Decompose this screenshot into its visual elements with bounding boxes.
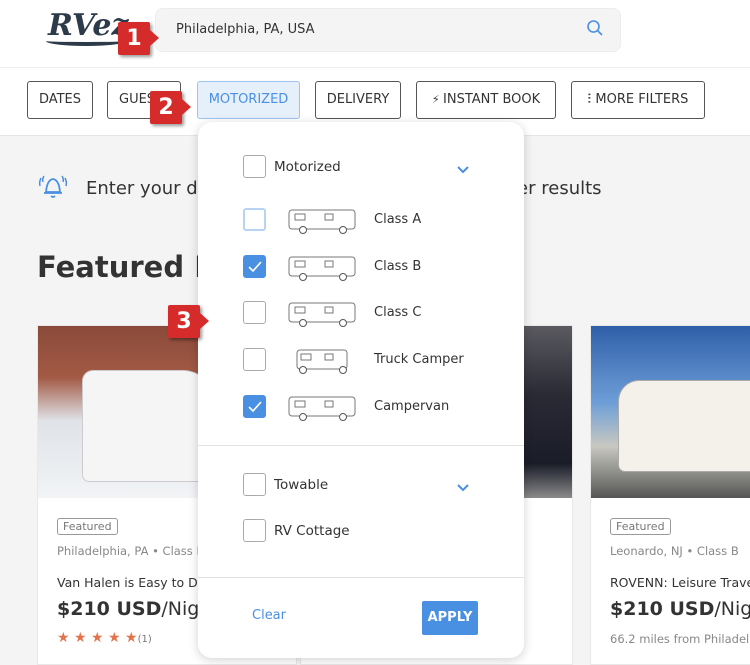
listing-card[interactable]: Featured Leonardo, NJ • Class B ROVENN: … xyxy=(590,325,750,665)
rv-cottage-checkbox[interactable] xyxy=(243,519,266,542)
price-unit: /Nigh xyxy=(714,598,750,620)
featured-badge: Featured xyxy=(57,518,118,535)
rv-type-label: Class A xyxy=(374,212,422,227)
filter-label: INSTANT BOOK xyxy=(443,92,541,107)
motorized-dropdown: Motorized Class A Class B Class C Truck Cam… xyxy=(198,122,524,658)
rv-type-option[interactable]: Class A xyxy=(198,206,524,236)
filter-more-filters[interactable]: ⫶ MORE FILTERS xyxy=(571,81,705,119)
rv-illustration-icon xyxy=(288,396,356,421)
lightning-icon: ⚡ xyxy=(431,93,444,106)
motorized-group[interactable]: Motorized xyxy=(198,153,524,183)
rv-illustration-icon xyxy=(288,256,356,281)
apply-button[interactable]: APPLY xyxy=(422,601,478,635)
towable-checkbox[interactable] xyxy=(243,473,266,496)
listing-distance: 66.2 miles from Philadelp xyxy=(610,632,750,646)
rv-type-option[interactable]: Class B xyxy=(198,253,524,283)
price-value: $210 USD xyxy=(610,598,715,620)
chevron-down-icon[interactable] xyxy=(456,160,470,179)
star-rating: ★ ★ ★ ★ ★(1) xyxy=(57,630,152,646)
rv-type-label: Truck Camper xyxy=(374,352,464,367)
motorized-label: Motorized xyxy=(274,159,341,175)
banner-text: Enter your da xyxy=(86,178,209,199)
clear-button[interactable]: Clear xyxy=(252,608,286,623)
rv-illustration-icon xyxy=(296,349,348,374)
rv-illustration-icon xyxy=(288,302,356,327)
review-count: (1) xyxy=(137,634,152,645)
listing-price: $210 USD/Nigh xyxy=(610,598,750,620)
search-value: Philadelphia, PA, USA xyxy=(176,22,315,37)
annotation-marker: 3 xyxy=(168,305,209,338)
chevron-down-icon[interactable] xyxy=(456,478,470,497)
filter-label: MORE FILTERS xyxy=(595,92,689,107)
rv-type-checkbox[interactable] xyxy=(243,255,266,278)
filter-instant-book[interactable]: ⚡ INSTANT BOOK xyxy=(416,81,556,119)
divider xyxy=(198,577,524,578)
listing-price: $210 USD/Nigh xyxy=(57,598,211,620)
listing-title[interactable]: Van Halen is Easy to Dri xyxy=(57,575,206,590)
search-icon[interactable] xyxy=(586,19,604,41)
rv-type-checkbox[interactable] xyxy=(243,301,266,324)
rv-type-label: Class C xyxy=(374,305,422,320)
rv-type-checkbox[interactable] xyxy=(243,348,266,371)
filter-motorized[interactable]: MOTORIZED xyxy=(197,81,300,119)
rv-type-checkbox[interactable] xyxy=(243,208,266,231)
rv-type-label: Class B xyxy=(374,259,422,274)
listing-location: Philadelphia, PA • Class B xyxy=(57,544,205,558)
annotation-marker: 2 xyxy=(150,91,191,124)
logo-swoosh xyxy=(46,36,126,46)
featured-badge: Featured xyxy=(610,518,671,535)
listing-image[interactable] xyxy=(591,326,750,498)
rv-illustration-icon xyxy=(288,209,356,234)
rv-type-option[interactable]: Campervan xyxy=(198,393,524,423)
towable-label: Towable xyxy=(274,477,329,493)
header: RVez Philadelphia, PA, USA xyxy=(0,0,750,68)
listing-title[interactable]: ROVENN: Leisure Trave xyxy=(610,575,750,590)
rv-cottage-label: RV Cottage xyxy=(274,523,350,539)
towable-group[interactable]: Towable xyxy=(198,471,524,501)
filter-dates[interactable]: DATES xyxy=(27,81,93,119)
rv-type-label: Campervan xyxy=(374,399,450,414)
motorized-checkbox[interactable] xyxy=(243,155,266,178)
rv-type-checkbox[interactable] xyxy=(243,395,266,418)
bell-icon xyxy=(36,170,70,206)
listing-location: Leonardo, NJ • Class B xyxy=(610,544,739,558)
rv-cottage-option[interactable]: RV Cottage xyxy=(198,517,524,547)
search-input[interactable]: Philadelphia, PA, USA xyxy=(155,8,621,52)
price-value: $210 USD xyxy=(57,598,162,620)
rv-type-option[interactable]: Truck Camper xyxy=(198,346,524,376)
divider xyxy=(198,445,524,446)
filter-delivery[interactable]: DELIVERY xyxy=(315,81,401,119)
rv-type-option[interactable]: Class C xyxy=(198,299,524,329)
annotation-marker: 1 xyxy=(118,22,159,55)
